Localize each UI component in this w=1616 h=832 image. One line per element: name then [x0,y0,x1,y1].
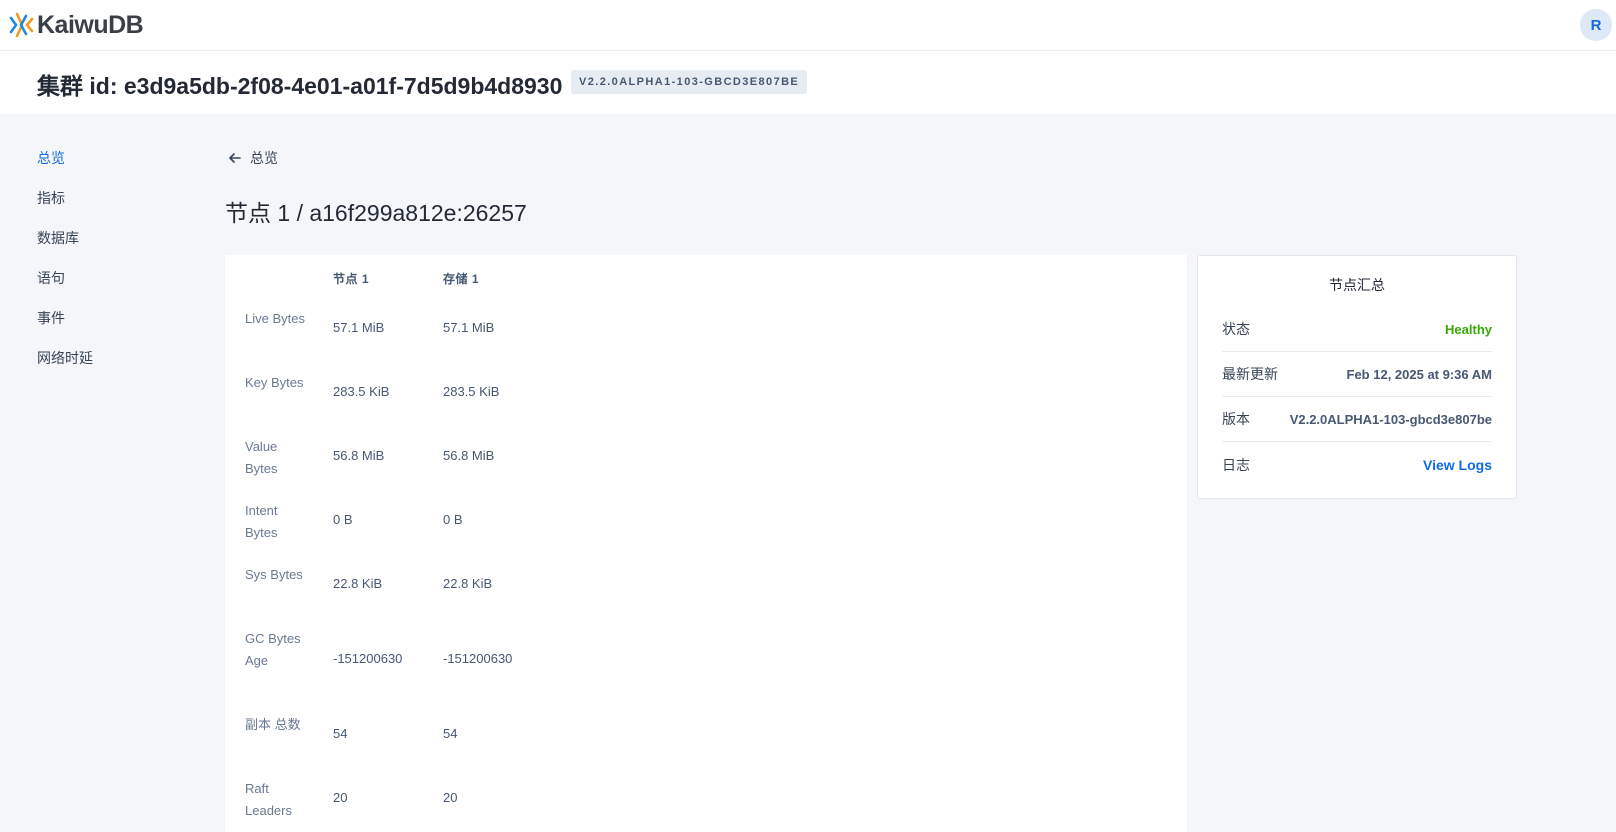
sidebar-item-statements[interactable]: 语句 [37,266,187,306]
column-header-store: 存储 1 [443,272,480,286]
logo[interactable]: KaiwuDB [8,10,144,40]
sidebar: 总览 指标 数据库 语句 事件 网络时延 [37,146,187,386]
user-avatar[interactable]: R [1580,9,1612,41]
summary-label: 最新更新 [1222,366,1278,382]
node-value: 54 [333,726,348,741]
node-value: 22.8 KiB [333,576,383,591]
page-title: 节点 1 / a16f299a812e:26257 [225,200,527,226]
row-label: Intent Bytes [245,503,278,540]
row-label: Value Bytes [245,439,278,476]
top-header: KaiwuDB R [0,0,1616,51]
sidebar-item-network-latency[interactable]: 网络时延 [37,346,187,386]
row-label: Raft Leaders [245,781,292,818]
store-value: -151200630 [443,651,513,666]
sidebar-item-events[interactable]: 事件 [37,306,187,346]
summary-row-logs: 日志 View Logs [1222,442,1492,487]
logo-text: KaiwuDB [37,10,144,39]
node-value: 57.1 MiB [333,320,385,335]
store-value: 54 [443,726,458,741]
cluster-title: 集群 id: e3d9a5db-2f08-4e01-a01f-7d5d9b4d8… [37,73,563,99]
store-value: 56.8 MiB [443,448,495,463]
node-value: 0 B [333,512,353,527]
row-label: Key Bytes [245,375,304,390]
summary-row-version: 版本 V2.2.0ALPHA1-103-gbcd3e807be [1222,397,1492,442]
sidebar-item-databases[interactable]: 数据库 [37,226,187,266]
kaiwudb-logo-icon [9,12,34,38]
sidebar-item-overview[interactable]: 总览 [37,146,187,186]
summary-label: 版本 [1222,411,1250,427]
row-label: GC Bytes Age [245,631,301,668]
row-label: Live Bytes [245,311,305,326]
view-logs-link[interactable]: View Logs [1423,457,1492,473]
row-label: 副本 总数 [245,717,301,732]
summary-row-status: 状态 Healthy [1222,307,1492,352]
back-link[interactable]: 总览 [228,148,278,168]
summary-label: 状态 [1222,321,1250,337]
version-value: V2.2.0ALPHA1-103-gbcd3e807be [1289,411,1492,427]
column-header-node: 节点 1 [333,272,370,286]
store-value: 283.5 KiB [443,384,500,399]
node-summary-card: 节点汇总 状态 Healthy 最新更新 Feb 12, 2025 at 9:3… [1197,255,1517,499]
summary-row-last-updated: 最新更新 Feb 12, 2025 at 9:36 AM [1222,352,1492,397]
summary-title: 节点汇总 [1329,277,1385,293]
node-value: -151200630 [333,651,403,666]
store-value: 57.1 MiB [443,320,495,335]
summary-label: 日志 [1222,456,1250,473]
version-badge: V2.2.0ALPHA1-103-GBCD3E807BE [571,70,808,94]
status-value: Healthy [1445,321,1492,337]
node-value: 56.8 MiB [333,448,385,463]
sidebar-item-metrics[interactable]: 指标 [37,186,187,226]
store-value: 22.8 KiB [443,576,493,591]
cluster-bar: 集群 id: e3d9a5db-2f08-4e01-a01f-7d5d9b4d8… [0,51,1616,114]
store-value: 20 [443,790,458,805]
store-value: 0 B [443,512,463,527]
node-value: 283.5 KiB [333,384,390,399]
back-link-label: 总览 [250,150,278,166]
node-value: 20 [333,790,348,805]
last-updated-value: Feb 12, 2025 at 9:36 AM [1346,366,1492,382]
row-label: Sys Bytes [245,567,303,582]
node-stats-table: 节点 1 存储 1 Live Bytes 57.1 MiB 57.1 MiB K… [225,255,1187,832]
arrow-left-icon [229,153,241,163]
